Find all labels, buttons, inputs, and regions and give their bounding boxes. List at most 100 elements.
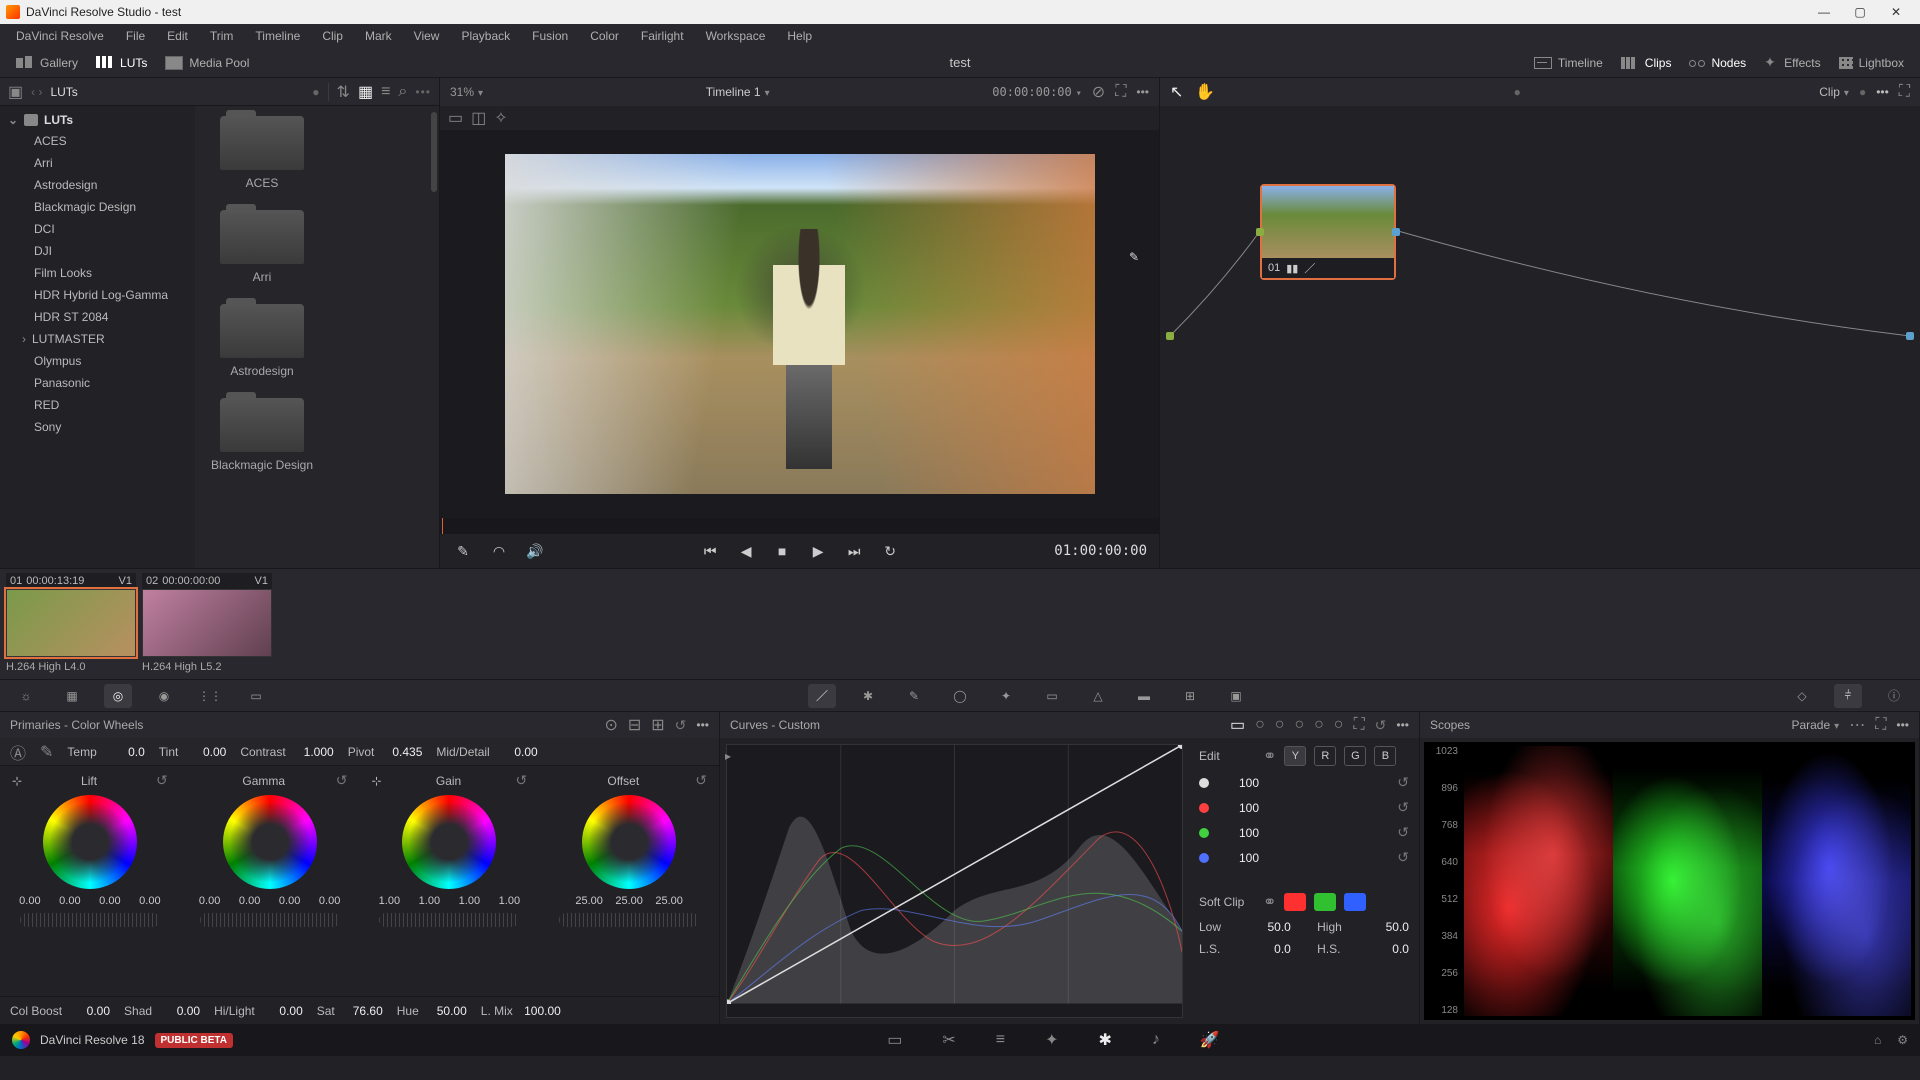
- auto-balance-icon[interactable]: Ⓐ: [10, 740, 26, 764]
- node-output-port[interactable]: [1392, 228, 1400, 236]
- luts-tree-item[interactable]: Film Looks: [0, 262, 195, 284]
- curves-mode-1-icon[interactable]: ▭: [1230, 715, 1245, 735]
- softclip-r-button[interactable]: [1284, 893, 1306, 911]
- gain-jog[interactable]: [379, 913, 519, 927]
- grid-view-icon[interactable]: ▦: [358, 82, 373, 102]
- sat-param[interactable]: Sat76.60: [317, 1004, 383, 1018]
- bars-mode-icon[interactable]: ⊟: [628, 715, 641, 735]
- effects-toggle[interactable]: Effects: [1758, 54, 1826, 72]
- scopes-mode-dropdown[interactable]: Parade: [1791, 718, 1839, 732]
- luts-tree-item[interactable]: Olympus: [0, 350, 195, 372]
- nodes-options-icon[interactable]: •••: [1876, 85, 1889, 99]
- hdr-wheels-icon[interactable]: ◉: [150, 684, 178, 708]
- loop-button[interactable]: ↻: [879, 540, 901, 562]
- expand-icon[interactable]: ⛶: [1115, 83, 1126, 101]
- playhead[interactable]: [442, 518, 443, 534]
- menu-fairlight[interactable]: Fairlight: [631, 27, 694, 45]
- zoom-dropdown[interactable]: 31%: [450, 85, 483, 99]
- ls-value[interactable]: 0.0: [1255, 942, 1291, 956]
- curves-expand-icon[interactable]: ⛶: [1353, 716, 1364, 734]
- intensity-row[interactable]: 100↺: [1199, 824, 1409, 841]
- color-warper-icon[interactable]: ✱: [854, 684, 882, 708]
- windows-icon[interactable]: ◯: [946, 684, 974, 708]
- luts-tree-item[interactable]: Panasonic: [0, 372, 195, 394]
- menu-trim[interactable]: Trim: [200, 27, 244, 45]
- mute-icon[interactable]: 🔊: [524, 540, 546, 562]
- picker-icon[interactable]: ⊹: [12, 774, 22, 788]
- window-maximize-button[interactable]: ▢: [1842, 0, 1878, 24]
- last-frame-button[interactable]: ⏭: [843, 540, 865, 562]
- more-icon[interactable]: •••: [415, 85, 431, 99]
- hue-param[interactable]: Hue50.00: [397, 1004, 467, 1018]
- corrector-node[interactable]: 01▮▮／: [1260, 184, 1396, 280]
- intensity-row[interactable]: 100↺: [1199, 774, 1409, 791]
- source-tc[interactable]: 00:00:00:00: [992, 85, 1082, 99]
- channel-b-button[interactable]: B: [1374, 746, 1396, 766]
- curve-editor[interactable]: ▸: [726, 744, 1183, 1018]
- reset-icon[interactable]: ↺: [1397, 799, 1409, 816]
- menu-color[interactable]: Color: [580, 27, 629, 45]
- 3d-icon[interactable]: ▣: [1222, 684, 1250, 708]
- hilight-param[interactable]: Hi/Light0.00: [214, 1004, 303, 1018]
- log-mode-icon[interactable]: ⊞: [651, 715, 664, 735]
- menu-mark[interactable]: Mark: [355, 27, 402, 45]
- curves-mode-6-icon[interactable]: ○: [1334, 716, 1344, 734]
- motion-effects-icon[interactable]: ▭: [242, 684, 270, 708]
- luts-tree-item[interactable]: ACES: [0, 130, 195, 152]
- lightbox-toggle[interactable]: Lightbox: [1833, 54, 1910, 72]
- magic-mask-icon[interactable]: ▭: [1038, 684, 1066, 708]
- menu-clip[interactable]: Clip: [312, 27, 353, 45]
- picker-icon[interactable]: ✎: [452, 540, 474, 562]
- scopes-expand-icon[interactable]: ⛶: [1875, 716, 1886, 734]
- menu-view[interactable]: View: [404, 27, 450, 45]
- page-fairlight-button[interactable]: ♪: [1152, 1030, 1160, 1050]
- timeline-toggle[interactable]: Timeline: [1528, 54, 1609, 72]
- lift-jog[interactable]: [20, 913, 160, 927]
- luts-tree-item[interactable]: RED: [0, 394, 195, 416]
- page-deliver-button[interactable]: 🚀: [1200, 1030, 1220, 1050]
- high-value[interactable]: 50.0: [1373, 920, 1409, 934]
- pointer-icon[interactable]: ↖: [1170, 82, 1183, 102]
- viewer-scrubber[interactable]: [440, 518, 1159, 534]
- curves-reset-icon[interactable]: ↺: [1375, 717, 1387, 734]
- tracking-icon[interactable]: ✦: [992, 684, 1020, 708]
- timeline-dropdown[interactable]: Timeline 1: [706, 85, 770, 99]
- luts-tree-root[interactable]: ⌄LUTs: [0, 110, 195, 130]
- page-color-button[interactable]: ✱: [1098, 1030, 1111, 1050]
- node-graph[interactable]: 01▮▮／: [1160, 106, 1920, 568]
- step-back-button[interactable]: ◀: [735, 540, 757, 562]
- project-settings-icon[interactable]: ⚙: [1897, 1033, 1908, 1047]
- scopes-options-icon[interactable]: •••: [1896, 718, 1909, 732]
- page-media-button[interactable]: ▭: [887, 1030, 902, 1050]
- search-icon[interactable]: ⌕: [398, 83, 407, 101]
- window-close-button[interactable]: ✕: [1878, 0, 1914, 24]
- low-value[interactable]: 50.0: [1255, 920, 1291, 934]
- lut-folder[interactable]: Blackmagic Design: [207, 398, 317, 472]
- luts-tree-item[interactable]: DJI: [0, 240, 195, 262]
- reset-icon[interactable]: ↺: [1397, 849, 1409, 866]
- contrast-param[interactable]: Contrast1.000: [240, 745, 333, 759]
- nodes-toggle[interactable]: Nodes: [1683, 54, 1752, 72]
- offset-wheel[interactable]: [582, 795, 676, 889]
- lut-folder[interactable]: ACES: [207, 116, 317, 190]
- graph-input-port[interactable]: [1166, 332, 1174, 340]
- record-tc[interactable]: 01:00:00:00: [1054, 543, 1147, 559]
- lut-folder[interactable]: Astrodesign: [207, 304, 317, 378]
- menu-edit[interactable]: Edit: [157, 27, 198, 45]
- curves-options-icon[interactable]: •••: [1396, 718, 1409, 732]
- view-mode-icon[interactable]: ▭: [448, 108, 463, 128]
- luts-tree-item[interactable]: ›LUTMASTER: [0, 328, 195, 350]
- pick-white-icon[interactable]: ✎: [40, 742, 53, 762]
- luts-thumbnails[interactable]: ACES Arri Astrodesign Blackmagic Design: [195, 106, 439, 568]
- scopes-settings-icon[interactable]: ⋯: [1849, 715, 1865, 735]
- luts-tree[interactable]: ⌄LUTs ACES Arri Astrodesign Blackmagic D…: [0, 106, 195, 568]
- lmix-param[interactable]: L. Mix100.00: [481, 1004, 561, 1018]
- blur-icon[interactable]: △: [1084, 684, 1112, 708]
- play-button[interactable]: ▶: [807, 540, 829, 562]
- home-icon[interactable]: ⌂: [1874, 1033, 1881, 1047]
- qualifier-icon[interactable]: ◠: [488, 540, 510, 562]
- nodes-mode-dropdown[interactable]: Clip: [1819, 85, 1849, 99]
- tint-param[interactable]: Tint0.00: [159, 745, 227, 759]
- menu-fusion[interactable]: Fusion: [522, 27, 578, 45]
- curves-icon[interactable]: ／: [808, 684, 836, 708]
